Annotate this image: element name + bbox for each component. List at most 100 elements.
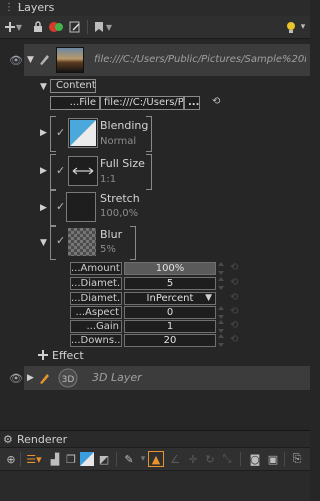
spin-down-icon[interactable] <box>218 315 224 319</box>
amount-spinner[interactable] <box>218 262 228 275</box>
rotate-tool-icon[interactable]: ↻ <box>203 452 217 466</box>
param-label-diameter-mode: ...Diamet... <box>70 292 122 305</box>
add-effect-button[interactable]: Effect <box>38 348 84 362</box>
downsample-value-field[interactable]: 20 <box>124 334 216 347</box>
layer-row-3d[interactable]: ▶ 3D 3D Layer <box>24 366 310 390</box>
export-icon[interactable]: ⎘ <box>290 452 304 466</box>
camera-icon[interactable]: ◙ <box>248 452 262 466</box>
gain-value-field[interactable]: 1 <box>124 320 216 333</box>
effect-name: Blur <box>100 228 123 241</box>
tips-button[interactable] <box>286 19 296 35</box>
spin-up-icon[interactable] <box>218 262 224 266</box>
content-collapse-triangle-icon[interactable]: ▼ <box>40 82 47 92</box>
record-icon[interactable]: ▣ <box>266 452 280 466</box>
browse-button[interactable]: ... <box>184 96 200 110</box>
param-label-aspect: ...Aspect <box>70 306 122 319</box>
add-effect-label: Effect <box>52 348 84 362</box>
bookmark-button[interactable]: ▼ <box>92 19 114 35</box>
reset-icon[interactable]: ⟲ <box>230 320 238 331</box>
lock-icon <box>34 21 42 32</box>
effect-name: Blending <box>100 119 149 132</box>
blur-collapse-triangle-icon[interactable]: ▼ <box>40 238 47 248</box>
aspect-value-field[interactable]: 0 <box>124 306 216 319</box>
panel-menu-button[interactable]: ▾ <box>298 19 308 35</box>
spin-down-icon[interactable] <box>218 286 224 290</box>
angle-tool-icon[interactable]: ∠ <box>168 452 182 466</box>
aspect-spinner[interactable] <box>218 306 228 319</box>
reset-icon[interactable]: ⟲ <box>230 262 238 273</box>
gear-icon[interactable]: ⚙ <box>3 433 13 446</box>
effect-value: Normal <box>100 136 137 147</box>
blending-check-icon[interactable]: ✓ <box>56 126 65 139</box>
layer-name: 3D Layer <box>92 371 142 384</box>
amount-slider[interactable]: 100% <box>124 262 216 275</box>
blend-view-icon[interactable] <box>80 452 94 466</box>
gain-spinner[interactable] <box>218 320 228 333</box>
reload-icon[interactable]: ⟲ <box>212 96 220 107</box>
spin-up-icon[interactable] <box>218 320 224 324</box>
lock-button[interactable] <box>32 19 44 35</box>
stretch-expand-triangle-icon[interactable]: ▶ <box>40 203 47 213</box>
effect-name: Stretch <box>100 192 140 205</box>
effect-value: 1:1 <box>100 174 117 185</box>
file-path-field[interactable]: file:///C:/Users/Publ... <box>100 96 184 110</box>
globe-icon[interactable]: ⊕ <box>4 452 18 466</box>
spin-down-icon[interactable] <box>218 343 224 347</box>
panel-title: Layers <box>18 1 55 14</box>
layers-toolbar: ▼ ▼ ▾ <box>0 16 310 39</box>
spin-down-icon[interactable] <box>218 271 224 275</box>
chevron-down-icon: ▼ <box>205 293 212 303</box>
color-label-button[interactable] <box>48 19 64 35</box>
layer-thumbnail <box>56 47 84 73</box>
spin-up-icon[interactable] <box>218 277 224 281</box>
bookmark-icon <box>94 22 103 32</box>
edit-layer-button[interactable] <box>68 19 82 35</box>
blur-check-icon[interactable]: ✓ <box>56 234 65 247</box>
paint-tool-icon[interactable]: ✎ <box>122 452 136 466</box>
brush-orange-icon[interactable] <box>38 371 52 385</box>
spin-down-icon[interactable] <box>218 329 224 333</box>
toolbar-divider <box>20 452 21 466</box>
diameter-mode-dropdown[interactable]: InPercent ▼ <box>124 292 216 305</box>
downsample-spinner[interactable] <box>218 334 228 347</box>
visibility-eye-icon[interactable]: 👁 <box>9 372 23 385</box>
add-layer-button[interactable]: ▼ <box>4 19 22 35</box>
spin-up-icon[interactable] <box>218 306 224 310</box>
stretch-check-icon[interactable]: ✓ <box>56 200 65 213</box>
scale-tool-icon[interactable]: ⤡ <box>220 452 234 466</box>
fullsize-expand-triangle-icon[interactable]: ▶ <box>40 166 47 176</box>
chevron-down-icon: ▼ <box>15 22 22 32</box>
blending-expand-triangle-icon[interactable]: ▶ <box>40 128 47 138</box>
expand-triangle-icon[interactable]: ▼ <box>27 55 34 65</box>
edit-doc-icon <box>69 21 80 33</box>
fullsize-check-icon[interactable]: ✓ <box>56 164 65 177</box>
spin-up-icon[interactable] <box>218 334 224 338</box>
toolbar-divider <box>87 20 88 34</box>
blur-checker-icon <box>68 228 96 256</box>
file-label: ...File <box>50 96 100 110</box>
plus-icon <box>38 350 48 360</box>
toolbar-divider <box>284 452 285 466</box>
reset-icon[interactable]: ⟲ <box>230 306 238 317</box>
effect-name: Full Size <box>100 157 145 170</box>
edit-view-icon[interactable]: ◩ <box>97 452 111 466</box>
brush-icon[interactable] <box>38 52 52 66</box>
visibility-eye-icon[interactable]: 👁 <box>9 54 23 67</box>
expand-triangle-icon[interactable]: ▶ <box>27 373 34 383</box>
reset-icon[interactable]: ⟲ <box>230 334 238 345</box>
amount-value: 100% <box>155 263 185 274</box>
diameter-value-field[interactable]: 5 <box>124 277 216 290</box>
blur-bracket-right <box>130 226 136 260</box>
cone-tool-icon[interactable]: ▲ <box>148 451 164 467</box>
stretch-icon <box>66 192 96 222</box>
layer-row-image[interactable]: ▼ file:///C:/Users/Public/Pictures/Sampl… <box>24 44 310 76</box>
copy-icon[interactable]: ❐ <box>64 452 78 466</box>
diameter-spinner[interactable] <box>218 277 228 290</box>
reset-icon[interactable]: ⟲ <box>230 292 238 303</box>
blending-bracket-right <box>146 116 152 152</box>
move-tool-icon[interactable]: ✛ <box>186 452 200 466</box>
reset-icon[interactable]: ⟲ <box>230 277 238 288</box>
render-mode-icon[interactable]: ☰▾ <box>24 452 44 466</box>
3d-layer-icon: 3D <box>58 368 78 388</box>
chart-bars-icon[interactable]: ▟ <box>48 452 62 466</box>
